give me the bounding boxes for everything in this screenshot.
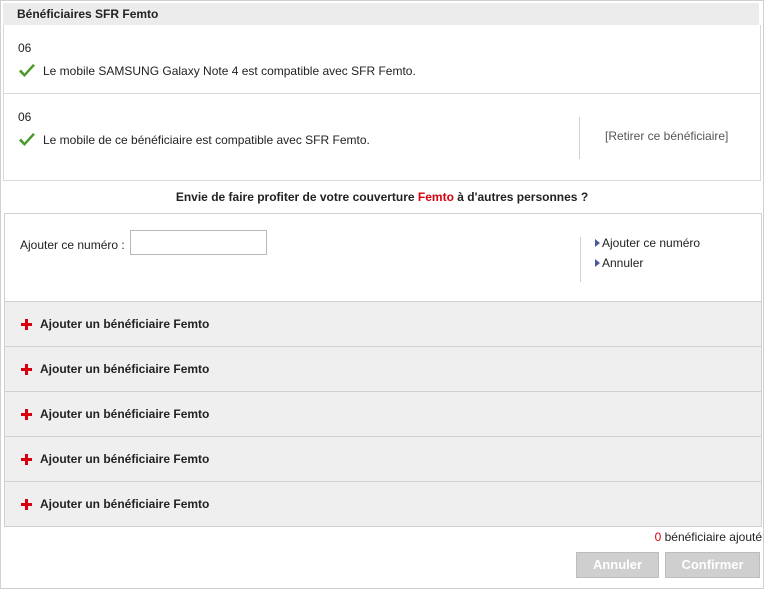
compatibility-status: Le mobile SAMSUNG Galaxy Note 4 est comp…: [18, 63, 416, 79]
plus-icon: [21, 364, 32, 375]
phone-number-input[interactable]: [130, 230, 267, 255]
beneficiary-number: 06: [18, 110, 32, 124]
cancel-link-label: Annuler: [602, 256, 644, 270]
invite-accent: Femto: [417, 190, 454, 204]
divider: [580, 237, 581, 282]
arrow-right-icon: [595, 258, 600, 267]
add-beneficiary-label: Ajouter un bénéficiaire Femto: [40, 497, 210, 511]
add-beneficiary-label: Ajouter un bénéficiaire Femto: [40, 407, 210, 421]
divider: [579, 117, 580, 159]
add-beneficiary-row[interactable]: Ajouter un bénéficiaire Femto: [5, 347, 761, 392]
add-number-link-label: Ajouter ce numéro: [602, 236, 701, 250]
add-beneficiary-section: Ajouter ce numéro : Ajouter ce numéro An…: [4, 213, 762, 527]
cancel-button[interactable]: Annuler: [576, 552, 659, 578]
invite-prompt: Envie de faire profiter de votre couvert…: [0, 190, 764, 204]
add-number-label: Ajouter ce numéro :: [20, 238, 125, 252]
add-beneficiary-label: Ajouter un bénéficiaire Femto: [40, 362, 210, 376]
add-number-link[interactable]: Ajouter ce numéro: [595, 236, 700, 256]
add-beneficiary-label: Ajouter un bénéficiaire Femto: [40, 317, 210, 331]
checkmark-icon: [19, 64, 35, 77]
arrow-right-icon: [595, 238, 600, 247]
beneficiary-item: 06 Le mobile de ce bénéficiaire est comp…: [4, 94, 760, 179]
beneficiary-item: 06 Le mobile SAMSUNG Galaxy Note 4 est c…: [4, 25, 760, 94]
add-number-form: Ajouter ce numéro : Ajouter ce numéro An…: [5, 214, 761, 302]
beneficiary-list: 06 Le mobile SAMSUNG Galaxy Note 4 est c…: [3, 25, 761, 181]
panel-title: Bénéficiaires SFR Femto: [17, 7, 159, 21]
add-beneficiary-row[interactable]: Ajouter un bénéficiaire Femto: [5, 302, 761, 347]
plus-icon: [21, 409, 32, 420]
add-beneficiary-row[interactable]: Ajouter un bénéficiaire Femto: [5, 482, 761, 526]
invite-text-start: Envie de faire profiter de votre couvert…: [175, 190, 418, 204]
compatibility-text: Le mobile SAMSUNG Galaxy Note 4 est comp…: [43, 64, 416, 78]
compatibility-text: Le mobile de ce bénéficiaire est compati…: [43, 133, 370, 147]
beneficiary-counter: 0 bénéficiaire ajouté: [655, 530, 762, 544]
counter-label: bénéficiaire ajouté: [661, 530, 762, 544]
cancel-link[interactable]: Annuler: [595, 256, 700, 276]
remove-beneficiary-link[interactable]: [Retirer ce bénéficiaire]: [605, 129, 728, 143]
add-beneficiary-label: Ajouter un bénéficiaire Femto: [40, 452, 210, 466]
panel-header: Bénéficiaires SFR Femto: [3, 3, 759, 25]
add-beneficiary-row[interactable]: Ajouter un bénéficiaire Femto: [5, 437, 761, 482]
invite-text-end: à d'autres personnes ?: [453, 190, 589, 204]
add-beneficiary-row[interactable]: Ajouter un bénéficiaire Femto: [5, 392, 761, 437]
checkmark-icon: [19, 133, 35, 146]
plus-icon: [21, 499, 32, 510]
form-actions: Ajouter ce numéro Annuler: [595, 236, 700, 276]
plus-icon: [21, 319, 32, 330]
compatibility-status: Le mobile de ce bénéficiaire est compati…: [18, 132, 370, 148]
plus-icon: [21, 454, 32, 465]
beneficiary-number: 06: [18, 41, 32, 55]
confirm-button[interactable]: Confirmer: [665, 552, 760, 578]
